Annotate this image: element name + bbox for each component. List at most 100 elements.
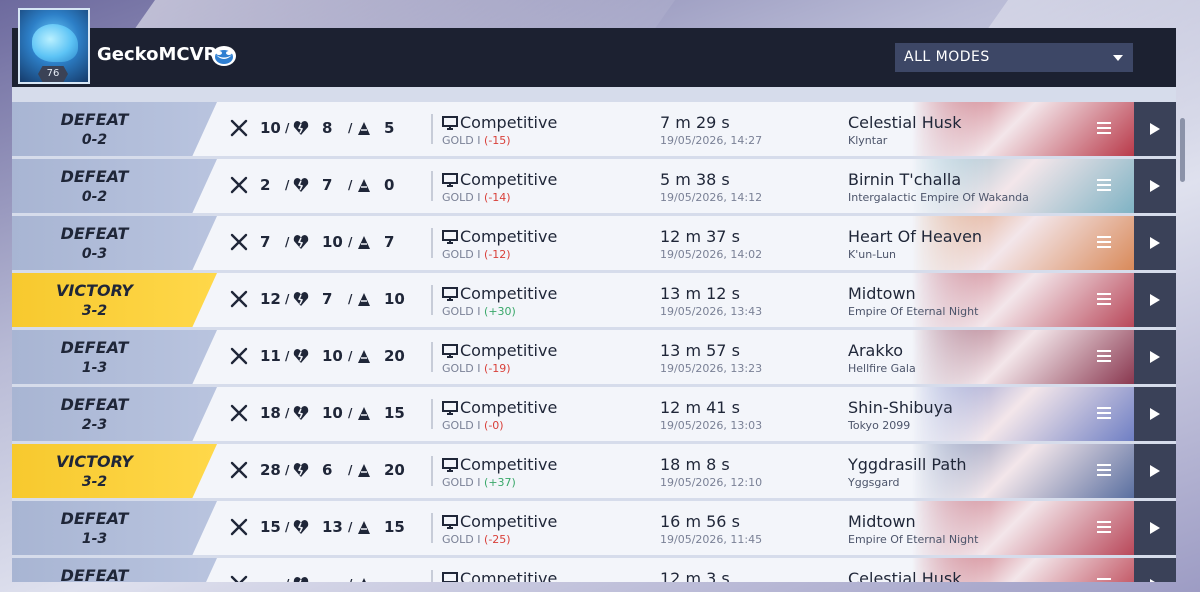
- replay-button[interactable]: [1134, 102, 1176, 156]
- replay-button[interactable]: [1134, 444, 1176, 498]
- replay-button[interactable]: [1134, 159, 1176, 213]
- map-name: Midtown: [848, 284, 916, 303]
- menu-icon[interactable]: [1097, 464, 1111, 476]
- deaths-value: 7: [322, 290, 333, 308]
- match-duration: 16 m 56 s: [660, 512, 740, 531]
- rank-name: GOLD I: [442, 191, 485, 204]
- rank-delta: (-12): [484, 248, 511, 261]
- map-region: Empire Of Eternal Night: [848, 533, 979, 546]
- rank-info: GOLD I (-15): [442, 134, 511, 147]
- result-score: 3-2: [81, 303, 108, 319]
- match-row[interactable]: VICTORY 3-2 12 / 7 / 10 Competitive GOLD I (+30)…: [12, 273, 1176, 327]
- rank-delta: (+37): [484, 476, 516, 489]
- stat-separator: /: [285, 178, 290, 192]
- monitor-icon: [442, 572, 458, 582]
- rank-name: GOLD I: [442, 533, 485, 546]
- map-region: Empire Of Eternal Night: [848, 305, 979, 318]
- rank-delta: (-25): [484, 533, 511, 546]
- result-banner: DEFEAT 1-3: [12, 501, 217, 555]
- stat-separator: /: [285, 406, 290, 420]
- play-icon: [1150, 579, 1160, 582]
- rank-info: GOLD I (-12): [442, 248, 511, 261]
- menu-icon[interactable]: [1097, 293, 1111, 305]
- kills-icon: [230, 119, 248, 137]
- map-name: Birnin T'challa: [848, 170, 962, 189]
- stat-separator: /: [348, 235, 353, 249]
- kills-icon: [230, 518, 248, 536]
- replay-button[interactable]: [1134, 216, 1176, 270]
- match-row[interactable]: DEFEAT 0-2 2 / 7 / 0 Competitive GOLD I (-14) 5 m…: [12, 159, 1176, 213]
- assists-value: 20: [384, 461, 405, 479]
- replay-button[interactable]: [1134, 273, 1176, 327]
- result-label: DEFEAT: [60, 167, 129, 186]
- kills-value: 10: [260, 119, 281, 137]
- menu-icon[interactable]: [1097, 521, 1111, 533]
- menu-icon[interactable]: [1097, 179, 1111, 191]
- map-name: Arakko: [848, 341, 904, 360]
- match-duration: 18 m 8 s: [660, 455, 730, 474]
- monitor-icon: [442, 173, 458, 187]
- assists-value: 5: [384, 119, 395, 137]
- kills-value: 18: [260, 404, 281, 422]
- result-banner: DEFEAT: [12, 558, 217, 582]
- assists-value: 7: [384, 233, 395, 251]
- play-icon: [1150, 180, 1160, 192]
- result-label: DEFEAT: [60, 509, 129, 528]
- match-row[interactable]: DEFEAT 1-3 11 / 10 / 20 Competitive GOLD I (-19)…: [12, 330, 1176, 384]
- replay-button[interactable]: [1134, 387, 1176, 441]
- scrollbar[interactable]: [1180, 118, 1185, 182]
- map-name: Yggdrasill Path: [848, 455, 967, 474]
- match-row[interactable]: DEFEAT 2-3 18 / 10 / 15 Competitive GOLD I (-0) 1…: [12, 387, 1176, 441]
- map-name: Celestial Husk: [848, 569, 962, 582]
- stat-separator: /: [348, 520, 353, 534]
- menu-icon[interactable]: [1097, 407, 1111, 419]
- game-mode: Competitive: [460, 284, 558, 303]
- menu-icon[interactable]: [1097, 578, 1111, 582]
- match-row[interactable]: DEFEAT 0-2 10 / 8 / 5 Competitive GOLD I (-15) 7 …: [12, 102, 1176, 156]
- rank-delta: (-0): [484, 419, 504, 432]
- rank-info: GOLD I (-14): [442, 191, 511, 204]
- rank-delta: (-15): [484, 134, 511, 147]
- column-divider: [431, 399, 433, 429]
- result-banner: VICTORY 3-2: [12, 273, 217, 327]
- match-row[interactable]: DEFEAT / / Competitive 12 m 3 s Celestial Hus…: [12, 558, 1176, 582]
- kills-icon: [230, 404, 248, 422]
- stat-separator: /: [348, 121, 353, 135]
- match-duration: 12 m 41 s: [660, 398, 740, 417]
- result-label: DEFEAT: [60, 566, 129, 582]
- kills-value: 2: [260, 176, 271, 194]
- match-row[interactable]: VICTORY 3-2 28 / 6 / 20 Competitive GOLD I (+37)…: [12, 444, 1176, 498]
- replay-button[interactable]: [1134, 330, 1176, 384]
- mode-filter-dropdown[interactable]: ALL MODES: [895, 43, 1133, 72]
- result-banner: DEFEAT 0-2: [12, 159, 217, 213]
- match-row[interactable]: DEFEAT 0-3 7 / 10 / 7 Competitive GOLD I (-12) 12…: [12, 216, 1176, 270]
- rank-delta: (-14): [484, 191, 511, 204]
- kills-value: 28: [260, 461, 281, 479]
- rank-name: GOLD I: [442, 134, 485, 147]
- game-mode: Competitive: [460, 398, 558, 417]
- match-duration: 13 m 12 s: [660, 284, 740, 303]
- game-mode: Competitive: [460, 113, 558, 132]
- match-date: 19/05/2026, 14:12: [660, 191, 763, 204]
- replay-button[interactable]: [1134, 558, 1176, 582]
- stat-separator: /: [285, 463, 290, 477]
- stat-separator: /: [348, 178, 353, 192]
- menu-icon[interactable]: [1097, 122, 1111, 134]
- menu-icon[interactable]: [1097, 350, 1111, 362]
- assists-icon: [358, 464, 370, 477]
- result-banner: VICTORY 3-2: [12, 444, 217, 498]
- deaths-icon: [293, 577, 309, 582]
- assists-value: 10: [384, 290, 405, 308]
- stat-separator: /: [348, 349, 353, 363]
- match-row[interactable]: DEFEAT 1-3 15 / 13 / 15 Competitive GOLD I (-25)…: [12, 501, 1176, 555]
- username: GeckoMCVR: [97, 44, 218, 65]
- replay-button[interactable]: [1134, 501, 1176, 555]
- play-icon: [1150, 522, 1160, 534]
- assists-icon: [358, 293, 370, 306]
- kills-icon: [230, 233, 248, 251]
- monitor-icon: [442, 515, 458, 529]
- menu-icon[interactable]: [1097, 236, 1111, 248]
- monitor-icon: [442, 116, 458, 130]
- result-score: 0-2: [81, 132, 108, 148]
- match-date: 19/05/2026, 14:02: [660, 248, 763, 261]
